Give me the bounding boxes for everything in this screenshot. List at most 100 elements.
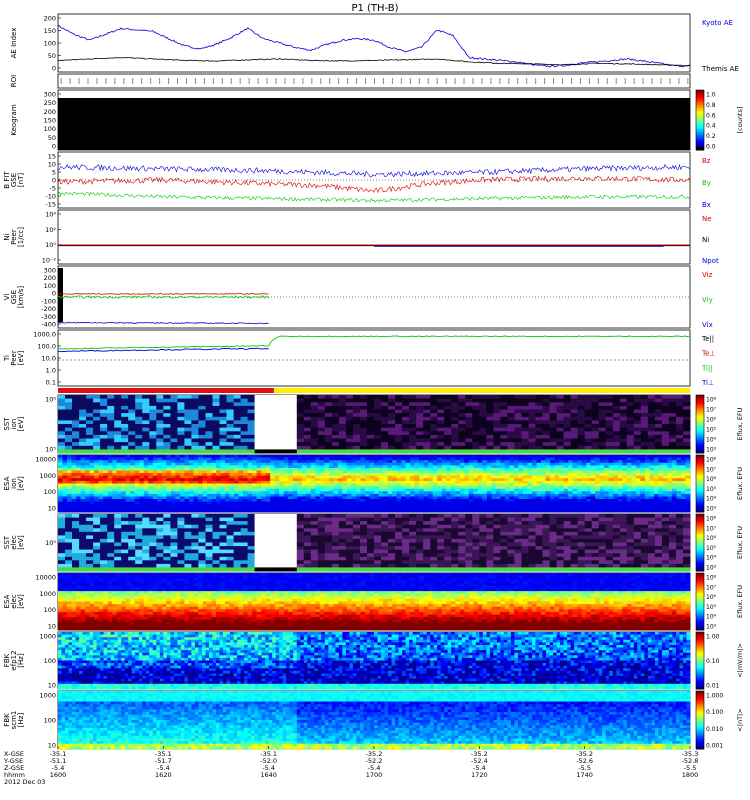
spectrogram-cell: [292, 455, 298, 458]
spectrogram-cell: [351, 480, 357, 484]
spectrogram-cell: [535, 427, 543, 432]
spectrogram-cell: [296, 427, 305, 432]
spectrogram-cell: [414, 480, 420, 484]
spectrogram-cell: [671, 509, 677, 513]
spectrogram-cell: [473, 462, 479, 466]
spectrogram-cell: [121, 486, 127, 490]
spectrogram-cell: [451, 409, 459, 414]
spectrogram-cell: [683, 416, 691, 421]
spectrogram-cell: [331, 438, 340, 443]
spectrogram-cell: [653, 462, 659, 466]
spectrogram-cell: [345, 413, 354, 418]
spectrogram-cell: [328, 478, 334, 482]
spectrogram-cell: [65, 514, 73, 518]
spectrogram-cell: [584, 427, 593, 432]
spectrogram-cell: [116, 462, 122, 466]
spectrogram-cell: [261, 462, 266, 466]
spectrogram-cell: [387, 473, 393, 477]
spectrogram-cell: [581, 486, 587, 490]
spectrogram-cell: [71, 486, 77, 490]
spectrogram-cell: [572, 470, 578, 474]
spectrogram-cell: [337, 465, 343, 469]
spectrogram-cell: [301, 491, 307, 495]
spectrogram-cell: [107, 438, 115, 443]
spectrogram-cell: [430, 402, 438, 407]
spectrogram-cell: [455, 455, 461, 458]
spectrogram-cell: [197, 480, 203, 484]
spectrogram-cell: [640, 460, 646, 464]
spectrogram-cell: [360, 491, 366, 495]
spectrogram-cell: [130, 483, 136, 487]
spectrogram-cell: [288, 491, 294, 495]
spectrogram-cell: [626, 478, 632, 482]
spectrogram-cell: [337, 457, 343, 461]
spectrogram-cell: [500, 402, 508, 407]
spectrogram-cell: [220, 478, 226, 482]
spectrogram-cell: [216, 462, 221, 466]
spectrogram-cell: [234, 478, 239, 482]
spectrogram-cell: [279, 506, 285, 510]
spectrogram-cell: [378, 465, 384, 469]
spectrogram-cell: [459, 480, 465, 484]
spectrogram-cell: [577, 431, 585, 436]
spectrogram-cell: [89, 470, 95, 474]
roi-mark: [177, 78, 179, 84]
spectrogram-cell: [542, 438, 550, 443]
spectrogram-cell: [175, 499, 181, 502]
spectrogram-cell: [633, 420, 642, 425]
spectrogram-cell: [58, 538, 66, 543]
spectrogram-cell: [301, 483, 307, 487]
spectrogram-cell: [292, 486, 298, 490]
spectrogram-cell: [604, 509, 610, 513]
spectrogram-cell: [238, 478, 244, 482]
spectrogram-cell: [163, 405, 171, 410]
spectrogram-cell: [107, 416, 115, 421]
spectrogram-cell: [383, 470, 388, 474]
spectrogram-cell: [193, 491, 199, 495]
spectrogram-cell: [346, 462, 352, 466]
spectrogram-cell: [649, 460, 655, 464]
spectrogram-cell: [247, 473, 253, 477]
spectrogram-cell: [220, 483, 226, 487]
spectrogram-cell: [428, 506, 434, 510]
spectrogram-cell: [252, 475, 257, 479]
spectrogram-cell: [676, 413, 684, 418]
spectrogram-cell: [114, 438, 122, 443]
spectrogram-cell: [116, 457, 122, 461]
spectrogram-cell: [681, 501, 686, 505]
spectrogram-cell: [240, 427, 248, 432]
spectrogram-cell: [644, 491, 650, 495]
spectrogram-cell: [328, 457, 334, 461]
spectrogram-cell: [676, 409, 684, 414]
spectrogram-cell: [613, 457, 619, 461]
spectrogram-cell: [667, 457, 673, 461]
spectrogram-cell: [444, 398, 452, 403]
spectrogram-cell: [193, 460, 199, 464]
colorbar-tick: 10³: [706, 506, 717, 513]
spectrogram-cell: [306, 499, 312, 502]
spectrogram-cell: [507, 424, 515, 428]
spectrogram-cell: [143, 478, 149, 482]
spectrogram-cell: [528, 427, 536, 432]
spectrogram-cell: [613, 470, 619, 474]
spectrogram-cell: [458, 420, 466, 425]
spectrogram-cell: [247, 483, 253, 487]
spectrogram-cell: [65, 449, 73, 454]
spectrogram-cell: [617, 465, 623, 469]
spectrogram-cell: [157, 499, 163, 502]
spectrogram-cell: [89, 483, 95, 487]
spectrogram-cell: [184, 509, 190, 513]
spectrogram-cell: [482, 486, 488, 490]
roi-mark: [185, 78, 187, 84]
spectrogram-cell: [459, 478, 465, 482]
spectrogram-cell: [541, 465, 546, 469]
spectrogram-cell: [130, 491, 136, 495]
spectrogram-cell: [233, 405, 241, 410]
spectrogram-cell: [613, 455, 619, 458]
spectrogram-cell: [65, 413, 73, 418]
spectrogram-cell: [423, 413, 431, 418]
spectrogram-cell: [500, 483, 506, 487]
spectrogram-cell: [450, 462, 456, 466]
spectrogram-cell: [532, 493, 537, 497]
spectrogram-cell: [640, 449, 649, 454]
